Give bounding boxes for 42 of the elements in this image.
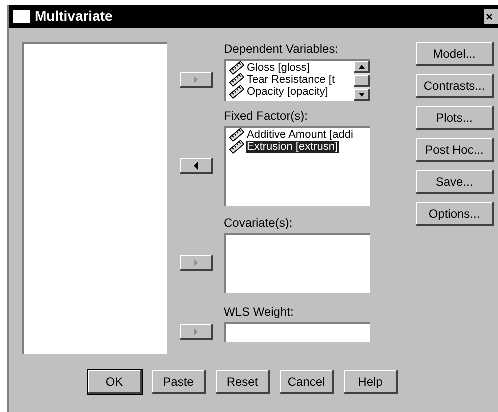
variable-list[interactable] bbox=[224, 233, 370, 293]
window-icon bbox=[13, 10, 30, 23]
variable-list[interactable]: Additive Amount [addi Extrusion [extrusn] bbox=[224, 126, 370, 206]
left-arrow-icon bbox=[192, 162, 200, 170]
right-arrow-icon bbox=[192, 76, 200, 84]
section-label: Fixed Factor(s): bbox=[224, 109, 310, 123]
dialog-button[interactable]: Save... bbox=[416, 170, 494, 194]
ruler-icon bbox=[229, 140, 245, 154]
ruler-icon bbox=[229, 128, 245, 142]
right-arrow-icon bbox=[192, 258, 200, 266]
ruler-icon bbox=[229, 85, 245, 99]
dialog-button[interactable]: Contrasts... bbox=[416, 74, 494, 98]
variable-item[interactable]: Extrusion [extrusn] bbox=[246, 141, 340, 153]
dialog-button[interactable]: Help bbox=[344, 370, 398, 394]
move-button[interactable] bbox=[180, 158, 213, 174]
scroll-up-icon[interactable] bbox=[354, 61, 370, 73]
variable-item[interactable]: Tear Resistance [t bbox=[246, 74, 336, 86]
dialog-button[interactable]: Paste bbox=[152, 370, 206, 394]
dialog-button[interactable]: Model... bbox=[416, 42, 494, 66]
dialog-button[interactable]: Post Hoc... bbox=[416, 138, 494, 162]
right-arrow-icon bbox=[192, 328, 200, 336]
dialog-button[interactable]: OK bbox=[88, 370, 142, 394]
dialog-button[interactable]: Cancel bbox=[280, 370, 334, 394]
variable-item[interactable]: Opacity [opacity] bbox=[246, 86, 330, 98]
ruler-icon bbox=[229, 61, 245, 75]
variable-item[interactable]: Gloss [gloss] bbox=[246, 62, 311, 74]
section-label: Dependent Variables: bbox=[224, 42, 340, 56]
ruler-icon bbox=[229, 73, 245, 87]
variable-item[interactable]: Additive Amount [addi bbox=[246, 129, 354, 141]
section-label: WLS Weight: bbox=[224, 305, 295, 319]
scrollbar[interactable] bbox=[354, 61, 370, 101]
window-title: Multivariate bbox=[35, 7, 113, 26]
dialog-button[interactable]: Options... bbox=[416, 202, 494, 226]
source-variable-list[interactable] bbox=[22, 42, 167, 354]
variable-list[interactable]: Gloss [gloss] Tear Resistance [t Opacity [opacity] bbox=[224, 59, 370, 101]
scroll-thumb[interactable] bbox=[354, 75, 370, 87]
section-label: Covariate(s): bbox=[224, 216, 294, 230]
dialog-button[interactable]: Plots... bbox=[416, 106, 494, 130]
scroll-down-icon[interactable] bbox=[354, 89, 370, 101]
input-field[interactable] bbox=[224, 322, 370, 342]
close-button[interactable]: × bbox=[484, 9, 498, 24]
dialog-button[interactable]: Reset bbox=[216, 370, 270, 394]
